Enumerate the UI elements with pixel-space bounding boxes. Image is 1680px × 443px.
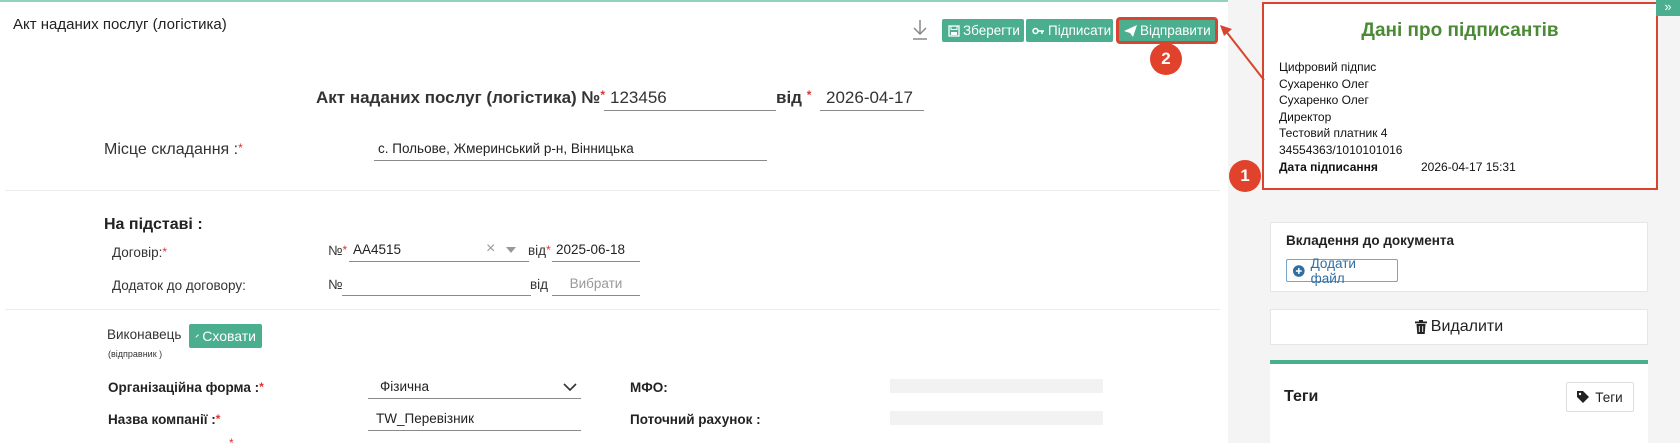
company-name-input[interactable]: TW_Перевізник [368,411,581,431]
required-mark: * [806,88,812,102]
document-heading: Акт наданих послуг (логістика) №* [316,88,605,108]
signer-line: Директор [1279,110,1332,124]
download-icon[interactable] [911,19,929,41]
company-name-label-text: Назва компанії : [108,412,216,427]
contract-label: Договір:* [112,245,167,260]
page-title: Акт наданих послуг (логістика) [13,16,227,33]
trash-icon [1414,320,1427,334]
tags-title: Теги [1284,388,1319,405]
mfo-label: МФО: [630,380,668,395]
save-button-label: Зберегти [963,23,1020,38]
place-input[interactable]: с. Польове, Жмеринський р-н, Вінницька [374,141,767,161]
delete-button[interactable]: Видалити [1270,309,1648,345]
required-mark: * [546,243,551,257]
save-button[interactable]: Зберегти [942,19,1024,42]
contract-date-label-text: від [528,243,547,258]
org-form-select-value: Фізична [380,379,429,394]
add-file-button-label: Додати файл [1310,255,1356,286]
required-mark: * [342,243,348,257]
send-button-label: Відправити [1140,23,1211,38]
plus-circle-icon [1293,264,1305,277]
contract-date-input[interactable]: 2025-06-18 [552,242,640,262]
tags-button[interactable]: Теги [1566,382,1634,412]
addendum-number-input[interactable] [342,276,531,296]
annotation-badge-2: 2 [1150,43,1182,75]
paper-plane-icon [1124,24,1137,37]
pencil-icon [195,334,199,338]
required-mark: * [215,412,221,426]
sign-button-label: Підписати [1048,23,1112,38]
add-file-button[interactable]: Додати файл [1286,256,1398,286]
addendum-date-input[interactable]: Вибрати [552,276,640,296]
place-label-text: Місце складання : [104,141,239,158]
document-date-label: від * [776,88,811,108]
divider [5,309,1220,310]
required-mark: * [259,380,264,394]
company-name-label: Назва компанії :* [108,412,220,427]
tag-icon [1577,391,1590,403]
annotation-badge-1: 1 [1229,160,1261,192]
sign-button[interactable]: Підписати [1026,19,1113,42]
required-mark: * [238,141,243,155]
executor-title: Виконавець [107,327,182,342]
contract-number-symbol: №* [328,243,347,258]
mfo-input[interactable] [890,379,1103,393]
tags-card: Теги Теги [1270,360,1648,443]
signer-line: Цифровий підпис [1279,60,1377,74]
sign-date-value: 2026-04-17 15:31 [1421,160,1516,174]
send-button[interactable]: Відправити [1116,17,1218,44]
document-date-input[interactable]: 2026-04-17 [820,88,924,111]
contract-select-value: АА4515 [353,242,402,257]
signer-line: Тестовий платник 4 [1279,126,1388,140]
key-icon [1032,27,1044,34]
attachments-card: Вкладення до документа Додати файл [1270,222,1648,292]
contract-label-text: Договір: [112,245,163,260]
chevron-down-icon [563,383,577,391]
collapse-panel-icon[interactable]: » [1656,0,1680,16]
signers-title: Дані про підписантів [1361,20,1559,41]
hide-executor-button[interactable]: Сховати [189,324,262,348]
floppy-icon [948,24,960,37]
document-number-input[interactable]: 123456 [604,88,776,111]
contract-date-label: від* [528,243,551,258]
annotation-arrow-icon [1220,25,1265,81]
signers-info-box: Дані про підписантів Цифровий підпис Сух… [1262,2,1658,190]
divider [5,190,1220,191]
account-label: Поточний рахунок : [630,412,761,427]
clear-icon[interactable]: × [486,240,495,258]
document-main-panel: Акт наданих послуг (логістика) Зберегти … [0,0,1228,443]
addendum-number-symbol: № [328,277,343,292]
contract-select[interactable]: АА4515 × [349,240,529,262]
signer-line: 34554363/1010101016 [1279,143,1403,157]
basis-title: На підставі : [104,216,203,233]
required-mark: * [229,436,234,443]
place-label: Місце складання :* [104,141,243,159]
addendum-date-label: від [530,277,549,292]
hide-executor-button-label: Сховати [202,328,256,344]
delete-button-label: Видалити [1430,318,1504,335]
signer-line: Сухаренко Олег [1279,93,1369,107]
org-form-select[interactable]: Фізична [368,379,581,399]
executor-subtitle: (відправник ) [108,349,163,359]
addendum-label: Додаток до договору: [112,278,246,293]
attachments-title: Вкладення до документа [1286,233,1455,248]
sign-date-label: Дата підписання [1279,160,1378,174]
required-mark: * [162,245,168,259]
org-form-label: Організаційна форма :* [108,380,264,395]
document-date-label-text: від [776,88,802,107]
caret-down-icon[interactable] [506,247,516,253]
account-input[interactable] [890,411,1103,425]
signer-line: Сухаренко Олег [1279,77,1369,91]
document-heading-text: Акт наданих послуг (логістика) № [316,88,601,107]
org-form-label-text: Організаційна форма : [108,380,260,395]
tags-button-label: Теги [1595,389,1623,405]
contract-number-symbol-text: № [328,243,343,258]
